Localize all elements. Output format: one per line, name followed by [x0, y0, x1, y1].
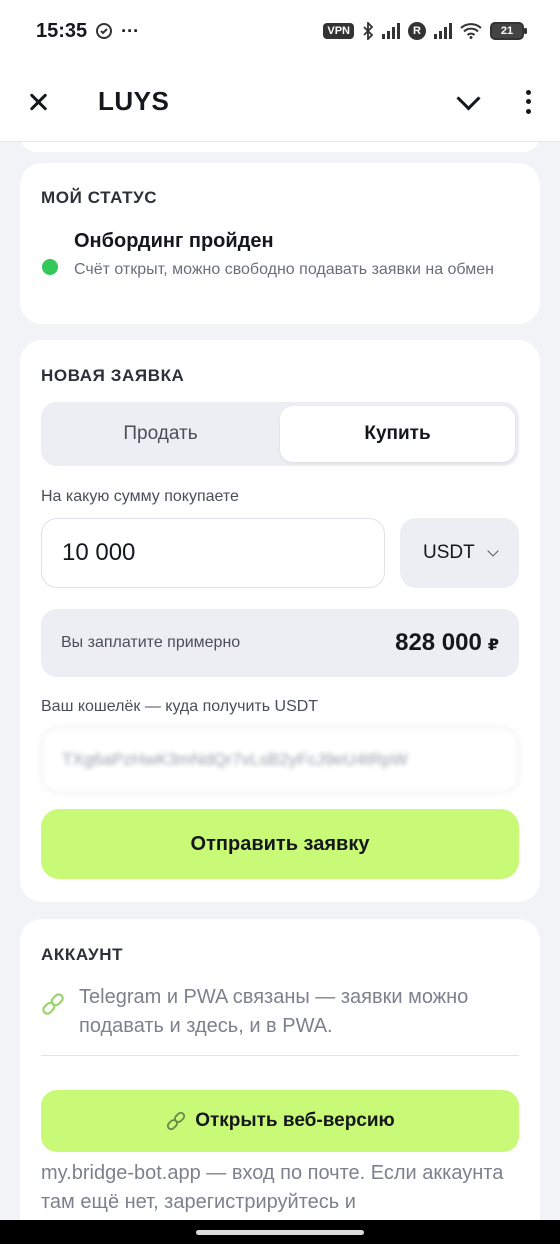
- more-vert-icon[interactable]: [518, 87, 538, 117]
- currency-value: USDT: [423, 542, 475, 563]
- account-description: Telegram и PWA связаны — заявки можно по…: [79, 986, 469, 1037]
- more-notifications-icon: ···: [121, 20, 140, 41]
- amount-input[interactable]: [41, 518, 385, 588]
- estimate-amount: 828 000: [395, 629, 482, 656]
- currency-select[interactable]: USDT: [400, 518, 519, 588]
- app-title: LUYS: [98, 86, 170, 116]
- wifi-icon: [460, 23, 482, 39]
- new-order-card: НОВАЯ ЗАЯВКА Продать Купить На какую сум…: [20, 340, 540, 902]
- app-bar: LUYS: [0, 62, 560, 142]
- status-title: Онбординг пройден: [74, 230, 274, 252]
- tab-buy[interactable]: Купить: [280, 406, 515, 462]
- link-icon: [167, 1111, 186, 1131]
- signal-icon-2: [434, 23, 452, 39]
- order-type-toggle: Продать Купить: [41, 402, 519, 466]
- vpn-icon: VPN: [323, 23, 354, 39]
- status-time: 15:35: [36, 19, 88, 42]
- tab-sell[interactable]: Продать: [41, 402, 280, 466]
- estimate-box: Вы заплатите примерно 828 000 ₽: [41, 609, 519, 677]
- previous-card: [20, 142, 540, 152]
- open-web-version-button[interactable]: Открыть веб-версию: [41, 1090, 519, 1152]
- new-order-heading: НОВАЯ ЗАЯВКА: [41, 366, 185, 385]
- bluetooth-icon: [363, 22, 374, 40]
- status-indicator-icon: [42, 259, 58, 275]
- submit-order-button[interactable]: Отправить заявку: [41, 809, 519, 879]
- wallet-input[interactable]: [41, 727, 519, 793]
- amount-label: На какую сумму покупаете: [41, 488, 239, 505]
- chevron-down-icon: [487, 545, 499, 557]
- signal-icon: [382, 23, 400, 39]
- account-card: АККАУНТ Telegram и PWA связаны — заявки …: [20, 919, 540, 1220]
- status-description: Счёт открыт, можно свободно подавать зая…: [74, 261, 494, 278]
- my-status-heading: МОЙ СТАТУС: [41, 188, 158, 207]
- footer-note: my.bridge-bot.app — вход по почте. Если …: [41, 1162, 504, 1213]
- estimate-label: Вы заплатите примерно: [61, 634, 241, 651]
- home-handle[interactable]: [196, 1229, 364, 1235]
- estimate-value: 828 000 ₽: [395, 629, 499, 657]
- battery-icon: 21: [490, 22, 527, 40]
- data-saver-icon: [96, 23, 113, 39]
- scroll-content[interactable]: МОЙ СТАТУС Онбординг пройден Счёт открыт…: [0, 142, 560, 1220]
- account-heading: АККАУНТ: [41, 945, 124, 964]
- status-bar: 15:35 ··· VPN R 21: [0, 0, 560, 62]
- wallet-label: Ваш кошелёк — куда получить USDT: [41, 698, 319, 715]
- ruble-sign: ₽: [487, 637, 499, 654]
- my-status-card: МОЙ СТАТУС Онбординг пройден Счёт открыт…: [20, 163, 540, 324]
- open-web-label: Открыть веб-версию: [195, 1110, 395, 1131]
- close-icon[interactable]: [18, 82, 58, 122]
- carrier-badge-icon: R: [408, 22, 426, 40]
- divider: [41, 1055, 519, 1056]
- link-icon: [42, 993, 64, 1015]
- chevron-down-icon[interactable]: [454, 87, 484, 117]
- system-nav-bar: [0, 1220, 560, 1244]
